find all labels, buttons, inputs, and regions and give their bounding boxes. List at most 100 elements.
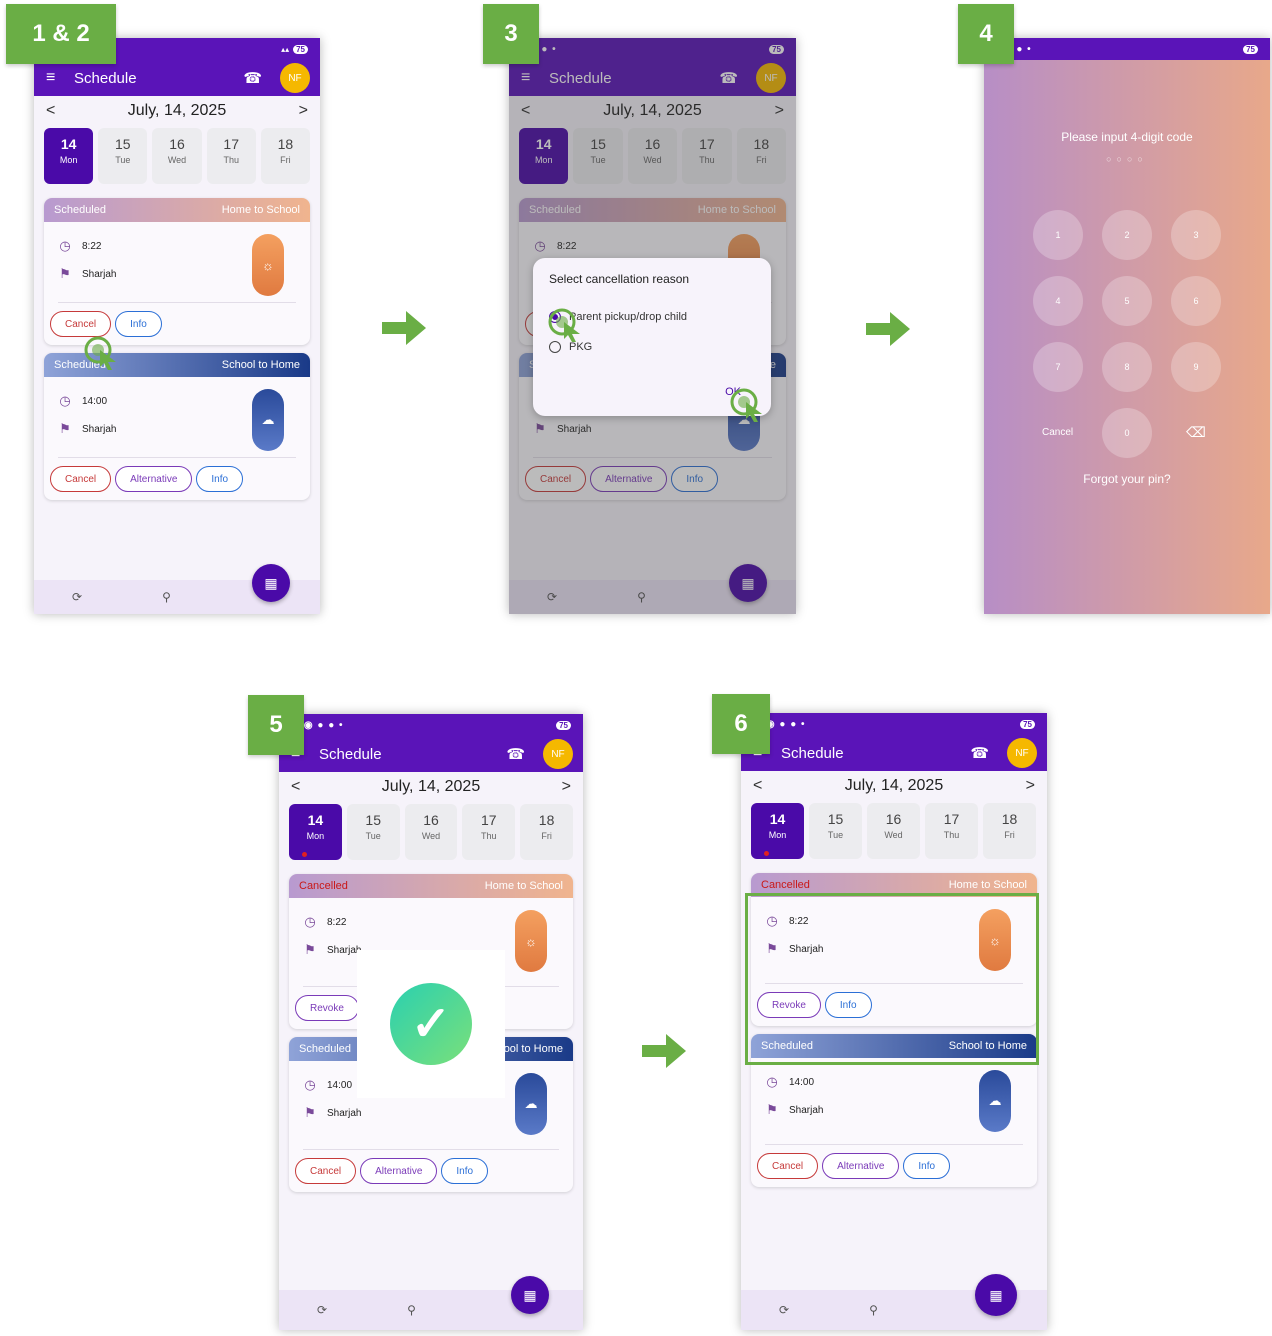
pin-key-9[interactable]: 9: [1171, 342, 1221, 392]
day-tab[interactable]: 17 Thu: [925, 803, 978, 859]
success-popup: ✓: [357, 950, 505, 1098]
day-number: 17: [943, 811, 960, 827]
pin-key-5[interactable]: 5: [1102, 276, 1152, 326]
phone-icon[interactable]: ☎: [506, 745, 525, 763]
page-title: Schedule: [781, 744, 844, 762]
day-selector: 14 Mon 15 Tue 16 Wed 17 Thu 18 Fri: [279, 802, 583, 860]
cancel-button[interactable]: Cancel: [757, 1153, 819, 1179]
signpost-icon: ⚑: [766, 1102, 778, 1117]
chevron-left-icon[interactable]: <: [291, 778, 300, 796]
location-icon[interactable]: ⚲: [407, 1303, 416, 1317]
pin-key-6[interactable]: 6: [1171, 276, 1221, 326]
location-icon[interactable]: ⚲: [869, 1303, 878, 1317]
cancel-button[interactable]: Cancel: [295, 1158, 357, 1184]
chevron-left-icon[interactable]: <: [46, 102, 55, 120]
revoke-button[interactable]: Revoke: [295, 995, 359, 1021]
day-number: 17: [223, 136, 239, 152]
pin-key-3[interactable]: 3: [1171, 210, 1221, 260]
date-navigator: < July, 14, 2025 >: [279, 772, 583, 802]
phone-icon[interactable]: ☎: [970, 744, 989, 762]
info-button[interactable]: Info: [196, 466, 244, 492]
day-number: 14: [769, 811, 786, 827]
battery-icon: 75: [1243, 44, 1258, 54]
status-badge: Scheduled: [54, 204, 106, 216]
day-number: 16: [169, 136, 185, 152]
phone-icon[interactable]: ☎: [243, 69, 262, 87]
day-tab[interactable]: 17 Thu: [206, 128, 256, 184]
avatar[interactable]: NF: [1007, 738, 1037, 768]
signpost-icon: ⚑: [304, 1105, 316, 1120]
info-button[interactable]: Info: [441, 1158, 489, 1184]
clock-icon: ◷: [766, 1074, 778, 1089]
menu-icon[interactable]: ≡: [46, 69, 74, 87]
day-label: Fri: [280, 155, 291, 165]
highlight-box: [745, 893, 1039, 1065]
app-bar: ≡ Schedule ☎ NF: [279, 736, 583, 772]
sunrise-icon: ☼: [515, 910, 547, 972]
date-label: July, 14, 2025: [381, 778, 481, 795]
status-badge: Cancelled: [761, 879, 810, 891]
alternative-button[interactable]: Alternative: [822, 1153, 900, 1179]
day-tab[interactable]: 15 Tue: [809, 803, 862, 859]
info-button[interactable]: Info: [903, 1153, 951, 1179]
avatar[interactable]: NF: [280, 63, 310, 93]
right-arrow-icon: [642, 1034, 686, 1068]
day-tab[interactable]: 14 Mon: [44, 128, 94, 184]
radio-unselected[interactable]: [549, 341, 561, 353]
day-number: 17: [481, 812, 497, 828]
info-button[interactable]: Info: [115, 311, 162, 337]
day-tab[interactable]: 15 Tue: [346, 804, 400, 860]
chevron-left-icon[interactable]: <: [753, 777, 762, 795]
day-tab[interactable]: 18 Fri: [260, 128, 311, 184]
day-tab[interactable]: 18 Fri: [520, 804, 573, 860]
pin-key-7[interactable]: 7: [1033, 342, 1083, 392]
day-tab[interactable]: 16 Wed: [867, 803, 920, 859]
day-tab[interactable]: 15 Tue: [98, 128, 148, 184]
alternative-button[interactable]: Alternative: [360, 1158, 438, 1184]
tap-cursor-icon: [84, 336, 116, 370]
cancel-button[interactable]: Cancel: [50, 466, 112, 492]
card-body: ◷ 14:00 ⚑ Sharjah ☁: [44, 377, 310, 457]
pin-key-8[interactable]: 8: [1102, 342, 1152, 392]
day-label: Mon: [306, 831, 325, 841]
avatar[interactable]: NF: [543, 739, 573, 769]
day-number: 15: [827, 811, 844, 827]
pin-key-4[interactable]: 4: [1033, 276, 1083, 326]
trip-direction: Home to School: [948, 879, 1027, 891]
day-label: Tue: [365, 831, 381, 841]
pin-key-1[interactable]: 1: [1033, 210, 1083, 260]
status-bar: 38 ◉ ● ● • 75: [741, 713, 1047, 735]
page-title: Schedule: [319, 745, 382, 763]
day-label: Thu: [943, 830, 960, 840]
day-tab[interactable]: 14 Mon: [289, 804, 342, 860]
day-tab[interactable]: 16 Wed: [152, 128, 202, 184]
day-label: Thu: [223, 155, 239, 165]
chevron-right-icon[interactable]: >: [299, 102, 308, 120]
pin-cancel-button[interactable]: Cancel: [1042, 427, 1073, 438]
pin-key-0[interactable]: 0: [1102, 408, 1152, 458]
calendar-fab-button[interactable]: ▦: [252, 564, 290, 602]
calendar-fab-button[interactable]: ▦: [511, 1276, 549, 1314]
chevron-right-icon[interactable]: >: [562, 778, 571, 796]
cancel-button[interactable]: Cancel: [50, 311, 112, 337]
history-icon[interactable]: ⟳: [72, 590, 82, 604]
calendar-fab-button[interactable]: ▦: [975, 1274, 1017, 1316]
pin-key-2[interactable]: 2: [1102, 210, 1152, 260]
card-header: Cancelled Home to School: [289, 874, 573, 898]
chevron-right-icon[interactable]: >: [1026, 777, 1035, 795]
backspace-icon[interactable]: ⌫: [1186, 424, 1206, 441]
location-icon[interactable]: ⚲: [162, 590, 171, 604]
day-tab[interactable]: 14 Mon: [751, 803, 804, 859]
history-icon[interactable]: ⟳: [317, 1303, 327, 1317]
day-label: Mon: [768, 830, 787, 840]
forgot-pin-link[interactable]: Forgot your pin?: [984, 472, 1270, 486]
option-label: Parent pickup/drop child: [569, 311, 688, 323]
day-tab[interactable]: 18 Fri: [983, 803, 1036, 859]
day-tab[interactable]: 17 Thu: [462, 804, 516, 860]
day-label: Wed: [167, 155, 187, 165]
day-tab[interactable]: 16 Wed: [404, 804, 458, 860]
alternative-button[interactable]: Alternative: [115, 466, 193, 492]
moon-cloud-icon: ☁: [515, 1073, 547, 1135]
history-icon[interactable]: ⟳: [779, 1303, 789, 1317]
date-label: July, 14, 2025: [844, 777, 944, 794]
